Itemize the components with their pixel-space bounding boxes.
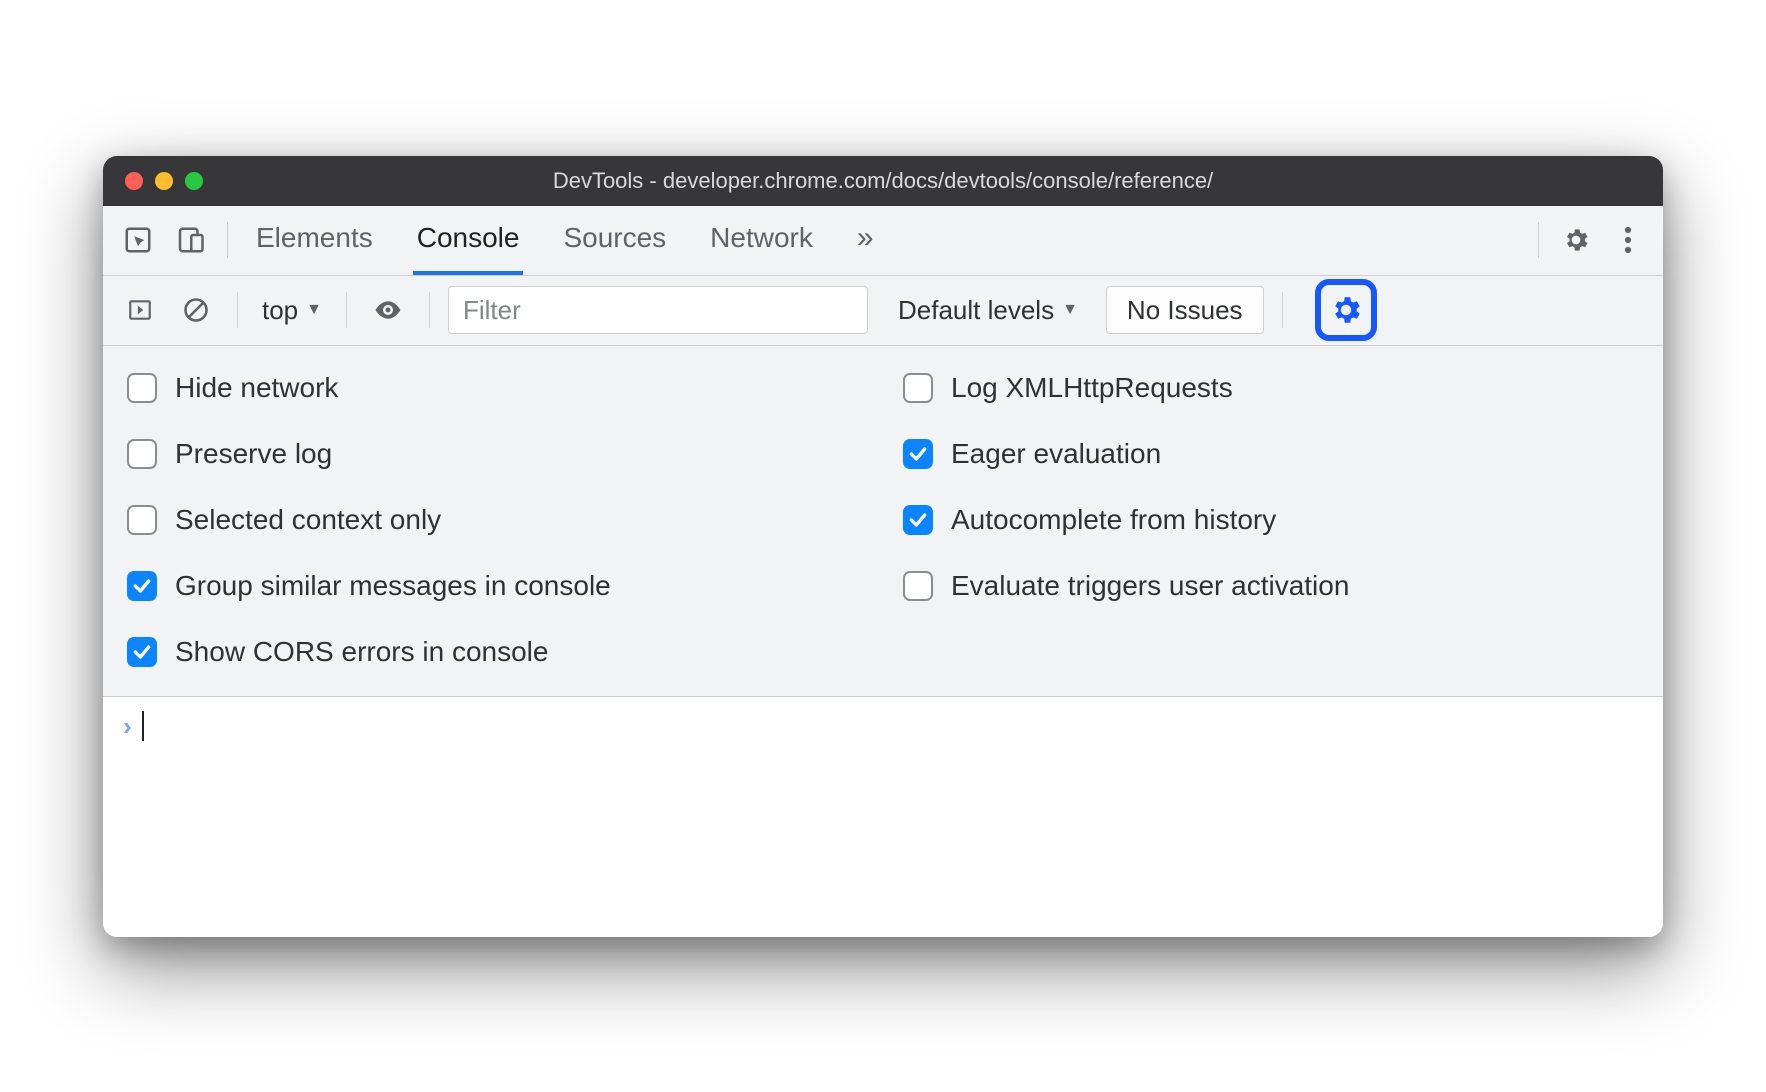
tabs: Elements Console Sources Network » (252, 206, 878, 275)
minimize-window-button[interactable] (155, 172, 173, 190)
checkbox-icon (903, 439, 933, 469)
checkbox-icon (903, 505, 933, 535)
titlebar: DevTools - developer.chrome.com/docs/dev… (103, 156, 1663, 206)
checkbox-icon (127, 505, 157, 535)
checkbox-icon (127, 439, 157, 469)
checkbox-autocomplete-history[interactable]: Autocomplete from history (903, 504, 1639, 536)
log-levels-selector[interactable]: Default levels ▼ (898, 295, 1078, 326)
console-toolbar: top ▼ Default levels ▼ No Issues (103, 276, 1663, 346)
checkbox-eager-eval[interactable]: Eager evaluation (903, 438, 1639, 470)
checkbox-icon (127, 373, 157, 403)
chevron-down-icon: ▼ (306, 301, 322, 319)
checkbox-label: Hide network (175, 372, 338, 404)
checkbox-preserve-log[interactable]: Preserve log (127, 438, 863, 470)
divider (346, 292, 347, 328)
tab-sources[interactable]: Sources (559, 206, 670, 275)
settings-icon[interactable] (1553, 217, 1599, 263)
close-window-button[interactable] (125, 172, 143, 190)
divider (1538, 222, 1539, 258)
tab-console[interactable]: Console (413, 206, 524, 275)
checkbox-selected-context[interactable]: Selected context only (127, 504, 863, 536)
checkbox-log-xhr[interactable]: Log XMLHttpRequests (903, 372, 1639, 404)
checkbox-label: Autocomplete from history (951, 504, 1276, 536)
console-settings-panel: Hide network Log XMLHttpRequests Preserv… (103, 346, 1663, 697)
checkbox-label: Group similar messages in console (175, 570, 611, 602)
divider (429, 292, 430, 328)
device-toolbar-icon[interactable] (167, 217, 213, 263)
issues-label: No Issues (1127, 295, 1243, 326)
kebab-menu-icon[interactable] (1605, 217, 1651, 263)
tab-elements[interactable]: Elements (252, 206, 377, 275)
more-tabs-icon[interactable]: » (853, 206, 878, 275)
checkbox-icon (903, 571, 933, 601)
devtools-window: DevTools - developer.chrome.com/docs/dev… (103, 156, 1663, 937)
checkbox-group-similar[interactable]: Group similar messages in console (127, 570, 863, 602)
maximize-window-button[interactable] (185, 172, 203, 190)
console-prompt[interactable]: › (123, 711, 1643, 742)
checkbox-label: Selected context only (175, 504, 441, 536)
chevron-right-icon: › (123, 711, 132, 742)
checkbox-icon (127, 637, 157, 667)
checkbox-label: Log XMLHttpRequests (951, 372, 1233, 404)
context-selector[interactable]: top ▼ (256, 295, 328, 326)
checkbox-icon (127, 571, 157, 601)
window-title: DevTools - developer.chrome.com/docs/dev… (103, 168, 1663, 194)
tab-network[interactable]: Network (706, 206, 817, 275)
divider (1282, 292, 1283, 328)
checkbox-label: Show CORS errors in console (175, 636, 548, 668)
divider (237, 292, 238, 328)
text-cursor (142, 711, 144, 741)
inspect-element-icon[interactable] (115, 217, 161, 263)
checkbox-evaluate-triggers[interactable]: Evaluate triggers user activation (903, 570, 1639, 602)
checkbox-icon (903, 373, 933, 403)
traffic-lights (103, 172, 203, 190)
checkbox-label: Eager evaluation (951, 438, 1161, 470)
clear-console-icon[interactable] (173, 287, 219, 333)
context-label: top (262, 295, 298, 326)
issues-button[interactable]: No Issues (1106, 286, 1264, 334)
main-tabbar: Elements Console Sources Network » (103, 206, 1663, 276)
toggle-sidebar-icon[interactable] (117, 287, 163, 333)
console-prompt-area[interactable]: › (103, 697, 1663, 937)
chevron-down-icon: ▼ (1062, 301, 1078, 319)
checkbox-show-cors[interactable]: Show CORS errors in console (127, 636, 863, 668)
live-expression-icon[interactable] (365, 287, 411, 333)
checkbox-label: Evaluate triggers user activation (951, 570, 1349, 602)
divider (227, 222, 228, 258)
checkbox-label: Preserve log (175, 438, 332, 470)
gear-icon (1328, 292, 1364, 328)
checkbox-hide-network[interactable]: Hide network (127, 372, 863, 404)
levels-label: Default levels (898, 295, 1054, 326)
filter-input[interactable] (448, 286, 868, 334)
console-settings-button[interactable] (1315, 279, 1377, 341)
